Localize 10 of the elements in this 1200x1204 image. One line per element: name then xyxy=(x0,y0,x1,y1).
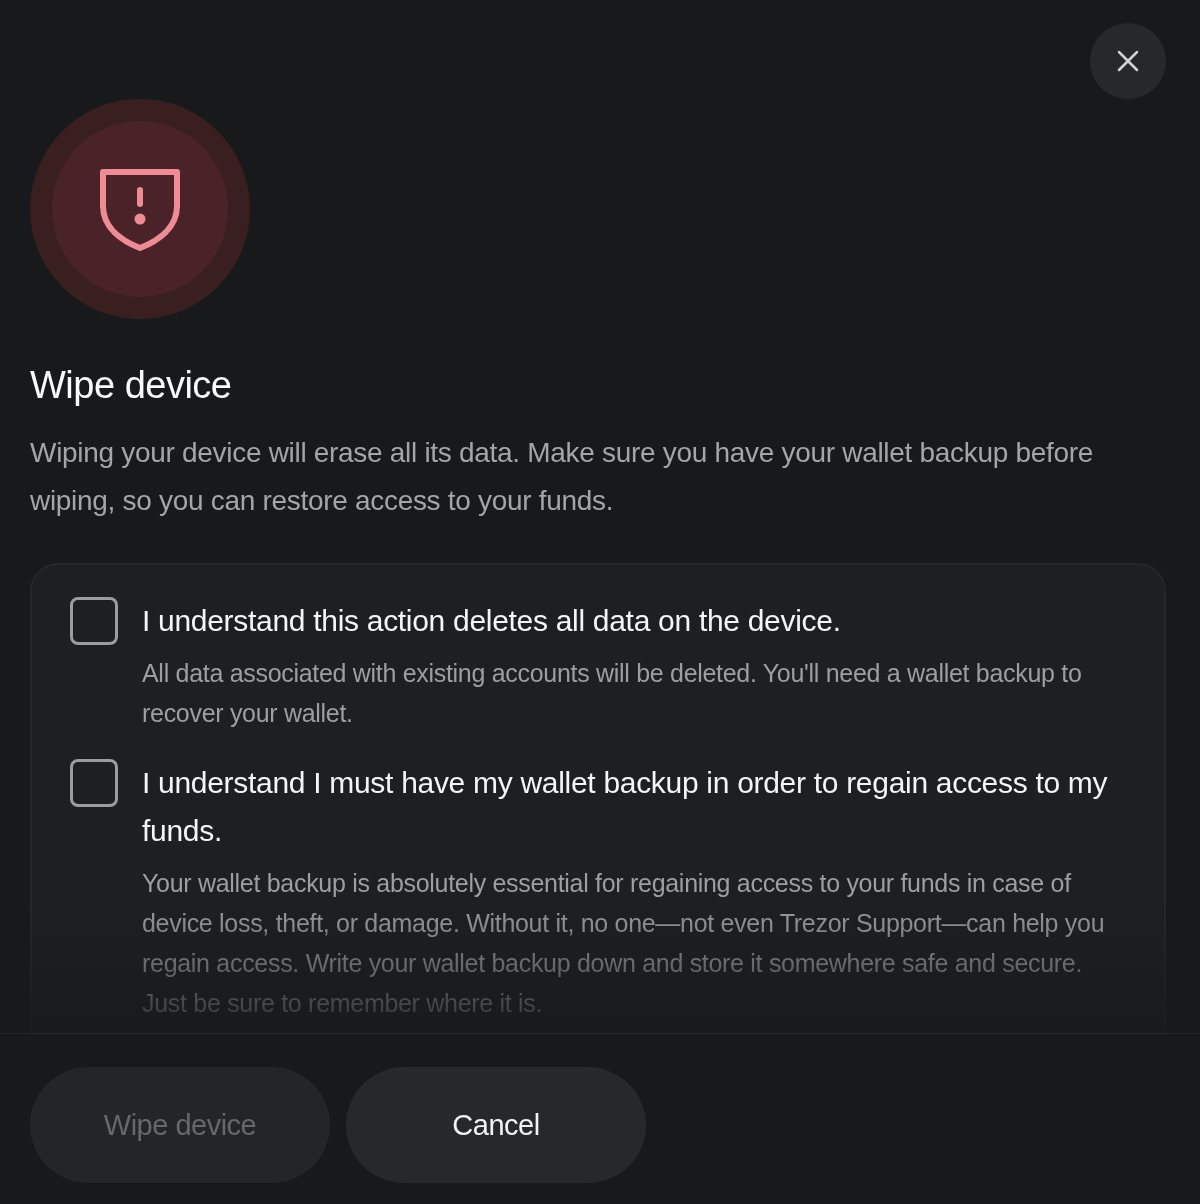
close-icon xyxy=(1117,50,1139,72)
checkbox-label[interactable]: I understand I must have my wallet backup in order to regain access to my funds. xyxy=(142,759,1124,855)
dialog-title: Wipe device xyxy=(30,363,233,408)
checkbox-label[interactable]: I understand this action deletes all data on the device. xyxy=(142,597,1124,645)
shield-warning-icon xyxy=(98,166,182,252)
checkbox-description: All data associated with existing accounts will be deleted. You'll need a wallet backup to recover your wallet. xyxy=(142,658,1083,729)
checkbox[interactable] xyxy=(70,759,118,807)
dialog-description: Wiping your device will erase all its data. Make sure you have your wallet backup before wiping, so you can restore access to your funds. xyxy=(30,436,1095,518)
checkbox[interactable] xyxy=(70,597,118,645)
cancel-button[interactable]: Cancel xyxy=(346,1067,646,1183)
